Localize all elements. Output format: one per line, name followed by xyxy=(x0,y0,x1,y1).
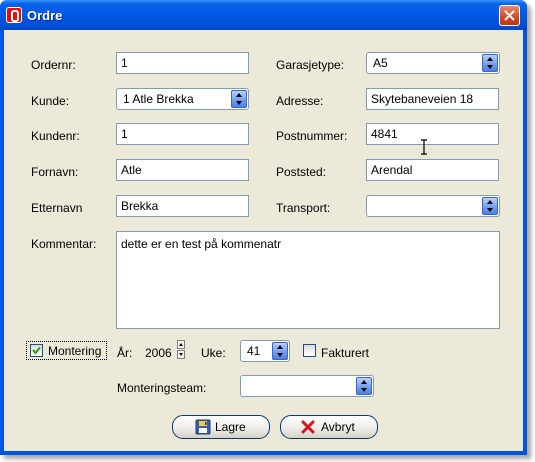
monteringsteam-label: Monteringsteam: xyxy=(117,381,207,395)
montering-checkbox[interactable] xyxy=(30,344,43,357)
avbryt-button[interactable]: Avbryt xyxy=(280,415,378,439)
checkmark-icon xyxy=(32,346,41,355)
aar-label: År: xyxy=(117,346,133,360)
monteringsteam-dropdown[interactable] xyxy=(240,375,374,397)
app-logo-icon xyxy=(6,7,22,23)
postnummer-label: Postnummer: xyxy=(276,129,348,143)
kunde-selected: 1 Atle Brekka xyxy=(123,92,194,106)
transport-dropdown-button[interactable] xyxy=(482,197,498,215)
garasjetype-label: Garasjetype: xyxy=(276,58,345,72)
kommentar-label: Kommentar: xyxy=(31,237,97,251)
uke-selected: 41 xyxy=(247,344,261,358)
fornavn-field[interactable]: Atle xyxy=(116,159,249,181)
transport-label: Transport: xyxy=(276,201,331,215)
poststed-field[interactable]: Arendal xyxy=(366,159,499,181)
ordernr-label: Ordernr: xyxy=(31,58,76,72)
kundenr-label: Kundenr: xyxy=(31,129,80,143)
close-button[interactable] xyxy=(499,5,520,26)
etternavn-label: Etternavn xyxy=(31,201,83,215)
close-icon xyxy=(504,10,515,21)
updown-arrows-icon xyxy=(236,93,242,105)
etternavn-field[interactable]: Brekka xyxy=(116,195,249,217)
uke-label: Uke: xyxy=(201,346,226,360)
fakturert-checkbox[interactable] xyxy=(303,344,316,357)
garasjetype-dropdown[interactable]: A5 xyxy=(366,52,500,74)
poststed-label: Poststed: xyxy=(276,165,327,179)
updown-arrows-icon xyxy=(277,345,283,357)
aar-spinner[interactable] xyxy=(176,340,186,360)
aar-value[interactable]: 2006 xyxy=(145,346,172,360)
lagre-button-label: Lagre xyxy=(215,420,246,434)
red-x-icon xyxy=(301,420,315,434)
spin-down-icon[interactable] xyxy=(177,350,185,359)
montering-label: Montering xyxy=(48,344,102,358)
order-window: Ordre Ordernr: 1 Kunde: 1 Atle Brekka Ku… xyxy=(0,0,527,455)
updown-arrows-icon xyxy=(487,57,493,69)
kunde-dropdown-button[interactable] xyxy=(231,90,247,108)
floppy-disk-icon xyxy=(195,419,211,435)
avbryt-button-label: Avbryt xyxy=(321,420,355,434)
kunde-dropdown[interactable]: 1 Atle Brekka xyxy=(116,88,249,110)
kommentar-textarea[interactable]: dette er en test på kommenatr xyxy=(116,231,500,329)
garasjetype-selected: A5 xyxy=(373,56,388,70)
adresse-field[interactable]: Skytebaneveien 18 xyxy=(366,88,499,110)
title-bar[interactable]: Ordre xyxy=(0,0,527,30)
lagre-button[interactable]: Lagre xyxy=(172,415,270,439)
text-cursor-icon xyxy=(421,139,427,155)
transport-dropdown[interactable] xyxy=(366,195,500,217)
kundenr-field[interactable]: 1 xyxy=(116,123,249,145)
kunde-label: Kunde: xyxy=(31,94,70,108)
uke-dropdown[interactable]: 41 xyxy=(240,340,290,362)
monteringsteam-dropdown-button[interactable] xyxy=(356,377,372,395)
garasjetype-dropdown-button[interactable] xyxy=(482,54,498,72)
window-title: Ordre xyxy=(27,8,63,23)
adresse-label: Adresse: xyxy=(276,94,324,108)
montering-checkbox-group[interactable]: Montering xyxy=(26,341,107,360)
updown-arrows-icon xyxy=(361,380,367,392)
postnummer-field[interactable]: 4841 xyxy=(366,123,499,145)
form-area: Ordernr: 1 Kunde: 1 Atle Brekka Kundenr:… xyxy=(4,30,523,451)
updown-arrows-icon xyxy=(487,200,493,212)
spin-up-icon[interactable] xyxy=(177,340,185,349)
fornavn-label: Fornavn: xyxy=(31,165,79,179)
fakturert-label: Fakturert xyxy=(321,346,370,360)
ordernr-field[interactable]: 1 xyxy=(116,52,249,74)
uke-dropdown-button[interactable] xyxy=(272,342,288,360)
